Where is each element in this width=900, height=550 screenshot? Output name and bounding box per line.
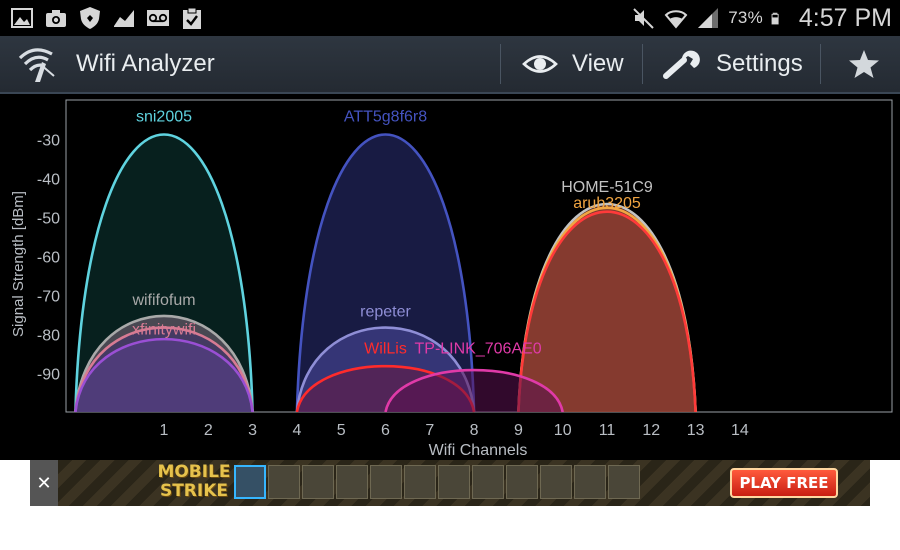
x-axis-title: Wifi Channels [429, 442, 528, 459]
star-icon[interactable] [848, 48, 880, 80]
ad-item-icon [438, 465, 470, 499]
network-label: sni2005 [136, 109, 192, 126]
x-tick-label: 9 [514, 422, 523, 439]
y-tick-label: -30 [37, 133, 60, 150]
x-tick-label: 13 [687, 422, 705, 439]
y-tick-label: -80 [37, 328, 60, 345]
y-tick-label: -50 [37, 211, 60, 228]
clock: 4:57 PM [798, 3, 892, 32]
x-tick-label: 1 [160, 422, 169, 439]
ad-item-icon [370, 465, 402, 499]
x-tick-label: 4 [292, 422, 301, 439]
ad-item-icon [472, 465, 504, 499]
ad-banner: ✕ MOBILE STRIKE PLAY FREE [0, 460, 900, 506]
status-bar: 73% 4:57 PM [0, 0, 900, 36]
action-bar: Wifi Analyzer View Settings [0, 36, 900, 94]
view-button[interactable]: View [522, 36, 624, 92]
shield-icon [80, 7, 100, 29]
ad-item-icon [336, 465, 368, 499]
divider [642, 44, 643, 84]
battery-icon [771, 12, 779, 25]
view-label: View [572, 50, 624, 77]
ad-logo: MOBILE STRIKE [144, 463, 244, 503]
ad-logo-line: MOBILE [157, 462, 231, 482]
x-tick-label: 11 [599, 422, 616, 439]
network-label: HOME-51C9 [561, 179, 653, 196]
ad-item-row [234, 465, 640, 499]
ad-item-icon [302, 465, 334, 499]
ad-close-button[interactable]: ✕ [30, 460, 58, 506]
network-label: xfinitywifi [132, 322, 196, 339]
y-tick-label: -60 [37, 250, 60, 267]
ad-item-icon [574, 465, 606, 499]
ad-item-icon [234, 465, 266, 499]
network-label: ATT5g8f6r8 [344, 109, 427, 126]
y-axis-title: Signal Strength [dBm] [10, 191, 27, 337]
x-tick-label: 8 [470, 422, 479, 439]
settings-button[interactable]: Settings [662, 36, 803, 92]
y-tick-label: -40 [37, 172, 60, 189]
x-tick-label: 7 [425, 422, 434, 439]
divider [500, 44, 501, 84]
ad-item-icon [540, 465, 572, 499]
network-label: WilLis [364, 341, 407, 358]
network-label: arub3205 [573, 195, 641, 212]
x-tick-label: 2 [204, 422, 213, 439]
y-tick-label: -90 [37, 367, 60, 384]
ad-item-icon [506, 465, 538, 499]
chart-icon [114, 10, 134, 27]
ad-logo-line: STRIKE [159, 481, 229, 501]
battery-percent: 73% [728, 8, 763, 27]
app-title: Wifi Analyzer [76, 50, 215, 77]
signal-chart: sni2005 wififofum xfinitywifi ATT5g8f6r8 rep… [0, 94, 900, 460]
wifi-icon [664, 10, 688, 29]
ad-item-icon [268, 465, 300, 499]
ad-play-free-button[interactable]: PLAY FREE [730, 468, 838, 498]
gallery-icon [11, 8, 33, 28]
system-icons: 73% 4:57 PM [632, 0, 892, 36]
ad-item-icon [404, 465, 436, 499]
wrench-icon [663, 50, 700, 79]
network-label: TP-LINK_706AE0 [415, 341, 542, 358]
mute-icon [633, 8, 654, 29]
network-label: repeter [360, 304, 411, 321]
x-tick-label: 12 [642, 422, 660, 439]
x-tick-label: 6 [381, 422, 390, 439]
notification-icons [10, 6, 204, 30]
clipboard-icon [183, 7, 201, 29]
wifi-antenna-icon[interactable] [16, 44, 60, 84]
eye-icon [522, 55, 558, 73]
ad-image[interactable]: MOBILE STRIKE PLAY FREE [58, 460, 870, 506]
signal-icon [698, 8, 719, 28]
network-label: wififofum [131, 292, 195, 309]
voicemail-icon [147, 10, 169, 26]
channel-graph: sni2005 wififofum xfinitywifi ATT5g8f6r8 rep… [10, 99, 893, 459]
x-tick-label: 10 [554, 422, 572, 439]
settings-label: Settings [716, 50, 803, 77]
camera-icon [46, 10, 66, 27]
x-tick-label: 5 [337, 422, 346, 439]
ad-item-icon [608, 465, 640, 499]
x-tick-label: 3 [248, 422, 257, 439]
divider [820, 44, 821, 84]
x-tick-label: 14 [731, 422, 749, 439]
y-tick-label: -70 [37, 289, 60, 306]
